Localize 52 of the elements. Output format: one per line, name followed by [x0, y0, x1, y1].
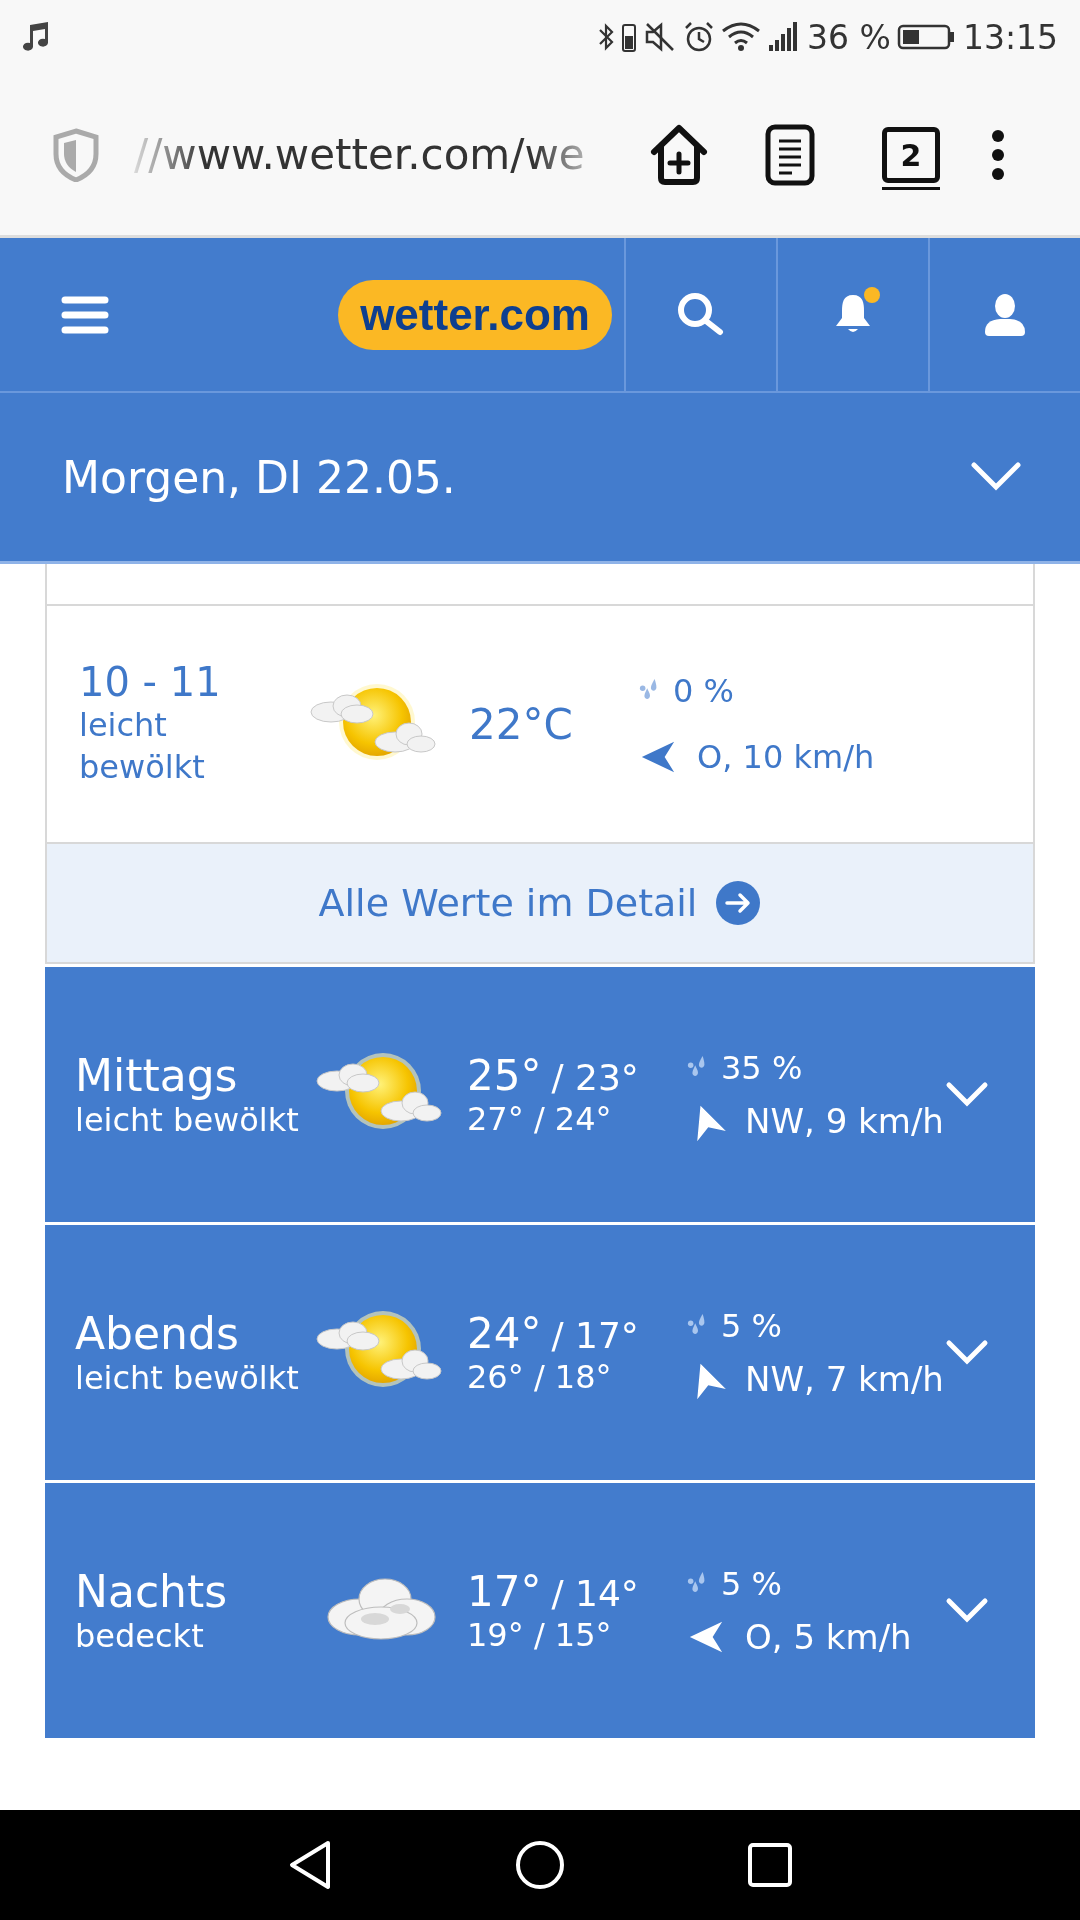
wind-text: O, 10 km/h	[697, 738, 875, 776]
chevron-down-icon[interactable]	[945, 1080, 989, 1109]
temperature: 17°	[467, 1567, 542, 1616]
felt-temperature: 19° / 15°	[467, 1616, 613, 1654]
condition-text: leicht bewölkt	[75, 1101, 300, 1139]
condition-text: leicht bewölkt	[75, 1359, 300, 1397]
home-icon[interactable]	[514, 1839, 566, 1891]
shield-icon	[52, 127, 100, 182]
period-name: Mittags	[75, 1050, 239, 1101]
day-title: Morgen, DI 22.05.	[62, 451, 456, 503]
user-icon[interactable]	[982, 291, 1028, 338]
temperature: 22°C	[469, 699, 574, 749]
clock-time: 13:15	[962, 17, 1058, 57]
recents-icon[interactable]	[746, 1841, 794, 1889]
temperature-second: / 17°	[551, 1315, 639, 1356]
period-name: Abends	[75, 1308, 240, 1359]
temperature: 24°	[467, 1309, 542, 1358]
reader-icon[interactable]	[764, 122, 816, 187]
address-field[interactable]: //www.wetter.com/we	[134, 130, 594, 179]
period-row[interactable]: Abends leicht bewölkt 24° / 17° 26° / 18° 5 % NW, 7 km/h	[45, 1225, 1035, 1480]
wifi-icon	[721, 21, 762, 53]
bluetooth-icon	[597, 21, 616, 53]
rain-probability: 5 %	[721, 1564, 782, 1603]
wind-text: NW, 7 km/h	[745, 1358, 944, 1399]
temperature-second: / 23°	[551, 1057, 639, 1098]
condition-text: bedeckt	[75, 1617, 205, 1655]
more-icon[interactable]	[990, 128, 1006, 181]
menu-icon[interactable]	[60, 294, 110, 335]
small-battery-icon	[621, 21, 638, 53]
period-name: Nachts	[75, 1566, 229, 1617]
felt-temperature: 26° / 18°	[467, 1358, 613, 1396]
temperature-second: / 14°	[551, 1573, 639, 1614]
logo[interactable]: wetter.com	[338, 279, 612, 350]
signal-icon	[767, 21, 800, 53]
tabs-button[interactable]: 2	[882, 127, 940, 183]
chevron-down-icon[interactable]	[945, 1596, 989, 1625]
chevron-down-icon[interactable]	[945, 1338, 989, 1367]
detail-link[interactable]: Alle Werte im Detail	[47, 844, 1033, 962]
felt-temperature: 27° / 24°	[467, 1100, 613, 1138]
condition-text: leicht bewölkt	[79, 705, 206, 788]
wind-text: NW, 9 km/h	[745, 1100, 944, 1141]
arrow-circle-icon	[715, 880, 762, 926]
battery-percentage: 36 %	[807, 17, 891, 57]
chevron-down-icon[interactable]	[970, 461, 1022, 493]
rain-probability: 0 %	[673, 672, 734, 710]
rain-probability: 35 %	[721, 1048, 803, 1087]
rain-probability: 5 %	[721, 1306, 782, 1345]
temperature: 25°	[467, 1051, 542, 1100]
period-row[interactable]: Mittags leicht bewölkt 25° / 23° 27° / 24° 35 % NW, 9 km/h	[45, 967, 1035, 1222]
wind-text: O, 5 km/h	[745, 1616, 912, 1657]
hour-range: 10 - 11	[79, 659, 222, 706]
period-row[interactable]: Nachts bedeckt 17° / 14° 19° / 15° 5 % O, 5 km/h	[45, 1483, 1035, 1738]
